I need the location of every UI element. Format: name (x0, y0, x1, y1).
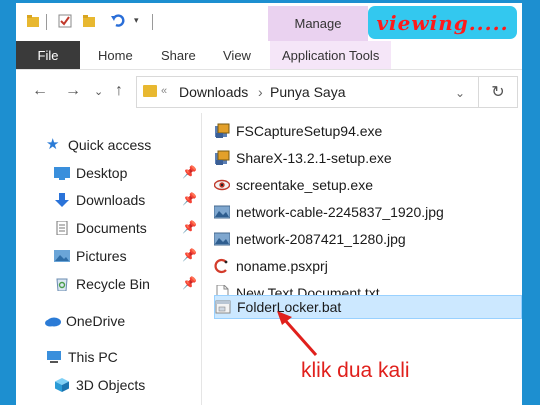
file-name: network-cable-2245837_1920.jpg (236, 204, 444, 220)
title-bar: ▾ Manage viewing..... (16, 3, 522, 41)
computer-icon (46, 350, 62, 364)
nav-onedrive[interactable]: OneDrive (44, 310, 125, 332)
image-icon (213, 204, 231, 220)
up-arrow-icon[interactable]: ↑ (115, 82, 123, 100)
file-name: FSCaptureSetup94.exe (236, 123, 383, 139)
file-name: noname.psxprj (236, 258, 328, 274)
list-item[interactable]: noname.psxprj (214, 254, 522, 278)
folder-icon[interactable] (82, 14, 96, 28)
nav-item-downloads[interactable]: Downloads (54, 189, 145, 211)
refresh-icon: ↻ (491, 84, 505, 101)
cube-icon (54, 378, 70, 392)
list-item-selected[interactable]: FolderLocker.bat (214, 295, 522, 319)
separator (152, 14, 153, 30)
folder-icon (143, 85, 157, 97)
breadcrumb-separator-icon: › (258, 84, 263, 100)
nav-label: Recycle Bin (76, 276, 150, 292)
list-item[interactable]: screentake_setup.exe (213, 173, 522, 197)
nav-label: Documents (76, 220, 147, 236)
pin-icon[interactable]: 📌 (182, 165, 197, 179)
list-item[interactable]: network-2087421_1280.jpg (213, 227, 522, 251)
pin-icon[interactable]: 📌 (182, 220, 197, 234)
checkmark-icon[interactable] (58, 14, 72, 28)
installer-icon (214, 150, 230, 166)
image-icon (213, 231, 231, 247)
undo-icon[interactable] (110, 12, 125, 27)
nav-label: 3D Objects (76, 377, 146, 393)
project-icon (214, 258, 230, 274)
tab-view[interactable]: View (223, 41, 251, 69)
installer-icon (214, 123, 230, 139)
pin-icon[interactable]: 📌 (182, 276, 197, 290)
explorer-window: ▾ Manage viewing..... File Home Share Vi… (16, 3, 522, 405)
star-icon: ★ (46, 136, 60, 153)
nav-label: Quick access (68, 137, 152, 153)
annotation-text: klik dua kali (301, 359, 410, 382)
file-name: network-2087421_1280.jpg (236, 231, 406, 247)
download-icon (54, 193, 70, 207)
tab-home[interactable]: Home (98, 41, 133, 69)
nav-this-pc[interactable]: This PC (46, 346, 118, 368)
address-row: ← → ⌄ ↑ « Downloads › Punya Saya ⌄ ↻ (16, 70, 522, 112)
recent-dropdown-icon[interactable]: ⌄ (94, 85, 103, 98)
dropdown-icon[interactable]: ▾ (134, 15, 148, 29)
batch-file-icon (215, 299, 231, 315)
forward-arrow-icon[interactable]: → (65, 82, 81, 100)
recycle-bin-icon (54, 277, 70, 292)
file-name: ShareX-13.2.1-setup.exe (236, 150, 392, 166)
folder-icon[interactable] (26, 14, 40, 28)
separator (46, 14, 47, 30)
nav-item-documents[interactable]: Documents (54, 217, 147, 239)
nav-item-desktop[interactable]: Desktop (54, 162, 127, 184)
list-item[interactable]: FSCaptureSetup94.exe (214, 119, 522, 143)
nav-3d-objects[interactable]: 3D Objects (54, 374, 145, 396)
back-arrow-icon[interactable]: ← (32, 82, 48, 100)
nav-quick-access[interactable]: ★ Quick access (46, 134, 151, 156)
list-item[interactable]: network-cable-2245837_1920.jpg (213, 200, 522, 224)
pin-icon[interactable]: 📌 (182, 248, 197, 262)
file-name: FolderLocker.bat (237, 299, 342, 315)
document-icon (54, 220, 70, 236)
navigation-pane: ★ Quick access Desktop 📌 Downloads 📌 Doc… (16, 113, 202, 405)
tab-share[interactable]: Share (161, 41, 196, 69)
nav-label: Desktop (76, 165, 128, 181)
nav-label: Downloads (76, 192, 146, 208)
breadcrumb-chevron-icon: « (161, 85, 168, 97)
refresh-button[interactable]: ↻ (478, 76, 518, 108)
cloud-icon (44, 314, 61, 328)
nav-label: OneDrive (66, 313, 126, 329)
nav-item-recycle-bin[interactable]: Recycle Bin (54, 273, 150, 295)
viewing-badge: viewing..... (368, 6, 517, 39)
eye-icon (213, 177, 231, 193)
nav-item-pictures[interactable]: Pictures (54, 245, 127, 267)
pin-icon[interactable]: 📌 (182, 192, 197, 206)
nav-label: Pictures (76, 248, 127, 264)
breadcrumb-punya-saya[interactable]: Punya Saya (270, 84, 346, 100)
nav-label: This PC (68, 349, 118, 365)
list-item[interactable]: ShareX-13.2.1-setup.exe (214, 146, 522, 170)
breadcrumb-downloads[interactable]: Downloads (179, 84, 248, 100)
ribbon-tabs: File Home Share View Application Tools (16, 41, 522, 70)
file-name: screentake_setup.exe (236, 177, 373, 193)
manage-tab[interactable]: Manage (268, 6, 368, 41)
tab-application-tools[interactable]: Application Tools (270, 41, 392, 69)
tab-file[interactable]: File (16, 41, 80, 69)
desktop-icon (54, 166, 70, 180)
address-dropdown-icon[interactable]: ⌄ (455, 86, 465, 100)
address-bar[interactable]: « Downloads › Punya Saya ⌄ (136, 76, 479, 108)
pictures-icon (54, 249, 70, 263)
